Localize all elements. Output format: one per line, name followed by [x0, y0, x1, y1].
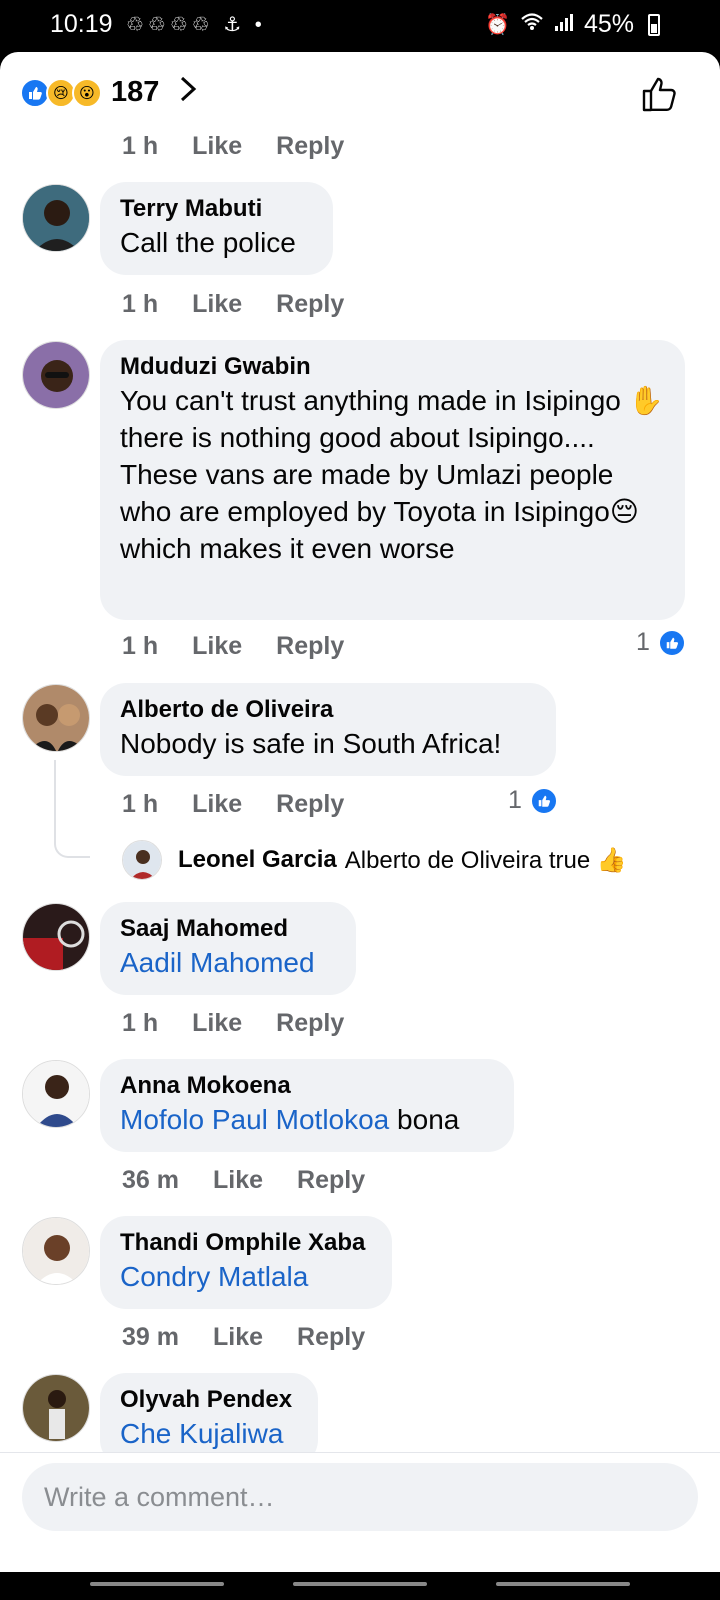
- comment-bubble: Mduduzi Gwabin You can't trust anything …: [100, 340, 685, 620]
- nav-recents-button[interactable]: [90, 1582, 224, 1586]
- comment-author[interactable]: Alberto de Oliveira: [120, 695, 536, 725]
- reaction-count[interactable]: 187: [111, 76, 159, 109]
- alarm-icon: ⏰: [485, 14, 510, 36]
- comment-author[interactable]: Mduduzi Gwabin: [120, 352, 665, 382]
- mention-link[interactable]: Aadil Mahomed: [120, 947, 315, 978]
- like-badge-icon: [657, 628, 686, 657]
- like-count-number: 1: [636, 628, 650, 656]
- battery-percent: 45%: [583, 10, 634, 38]
- like-button[interactable]: Like: [192, 790, 242, 819]
- like-button[interactable]: Like: [192, 290, 242, 319]
- mention-link[interactable]: Condry Matlala: [120, 1261, 308, 1292]
- like-badge-icon: [529, 786, 558, 815]
- like-button[interactable]: Like: [213, 1323, 263, 1352]
- reply-button[interactable]: Reply: [297, 1323, 365, 1352]
- comment-bubble: Anna Mokoena Mofolo Paul Motlokoa bona: [100, 1059, 514, 1152]
- comment-input[interactable]: [22, 1463, 698, 1531]
- comment-author[interactable]: Thandi Omphile Xaba: [120, 1228, 372, 1258]
- comment-time: 1 h: [122, 790, 159, 818]
- comment-text: Aadil Mahomed: [120, 944, 336, 981]
- system-nav-bar: [0, 1572, 720, 1600]
- comment-like-count[interactable]: 1: [636, 628, 686, 657]
- comment-text: Nobody is safe in South Africa!: [120, 728, 502, 759]
- comment-author[interactable]: Saaj Mahomed: [120, 914, 336, 944]
- reply-button[interactable]: Reply: [276, 790, 344, 819]
- nav-back-button[interactable]: [496, 1582, 630, 1586]
- comment-time: 1 h: [122, 1009, 159, 1037]
- reply-avatar: [122, 840, 162, 880]
- comment-meta: 1 h Like Reply: [122, 1009, 378, 1038]
- avatar[interactable]: [22, 1060, 90, 1128]
- status-right: ⏰ 45%: [485, 10, 660, 39]
- reply-button[interactable]: Reply: [276, 632, 344, 661]
- reply-thread-line: [54, 760, 90, 858]
- signal-icon: [554, 12, 574, 38]
- comment-bubble: Terry Mabuti Call the police: [100, 182, 333, 275]
- comment-text: Condry Matlala: [120, 1258, 372, 1295]
- comments-sheet: 😢 😮 187 1 h Like Reply Terry Mabuti Call…: [0, 52, 720, 1572]
- notification-icons: ♲♲♲♲ ⚓ •: [126, 14, 266, 36]
- chevron-right-icon[interactable]: [178, 74, 198, 112]
- avatar[interactable]: [22, 1374, 90, 1442]
- avatar[interactable]: [22, 184, 90, 252]
- like-button[interactable]: Like: [192, 132, 242, 161]
- comment-text: Mofolo Paul Motlokoa bona: [120, 1101, 494, 1138]
- comment-time: 1 h: [122, 632, 159, 660]
- avatar[interactable]: [22, 1217, 90, 1285]
- comment-time: 1 h: [122, 132, 159, 160]
- reply-button[interactable]: Reply: [276, 1009, 344, 1038]
- comment-time: 39 m: [122, 1323, 179, 1351]
- comment-text: Call the police: [120, 227, 296, 258]
- like-button[interactable]: Like: [213, 1166, 263, 1195]
- comment-time: 36 m: [122, 1166, 179, 1194]
- reply-button[interactable]: Reply: [276, 132, 344, 161]
- comment-meta: 1 h Like Reply: [122, 132, 378, 161]
- reaction-icons: 😢 😮: [20, 78, 102, 108]
- comment-meta: 1 h Like Reply: [122, 290, 378, 319]
- comment-bubble: Saaj Mahomed Aadil Mahomed: [100, 902, 356, 995]
- avatar[interactable]: [22, 341, 90, 409]
- nav-home-button[interactable]: [293, 1582, 427, 1586]
- reactions-header[interactable]: 😢 😮 187: [0, 52, 720, 134]
- wow-reaction-icon: 😮: [72, 78, 102, 108]
- comment-time: 1 h: [122, 290, 159, 318]
- battery-icon: [648, 13, 660, 36]
- status-time: 10:19: [50, 10, 113, 38]
- reply-author[interactable]: Leonel Garcia: [178, 846, 337, 874]
- comment-bubble: Alberto de Oliveira Nobody is safe in So…: [100, 683, 556, 776]
- reply-button[interactable]: Reply: [276, 290, 344, 319]
- avatar[interactable]: [22, 684, 90, 752]
- comment-composer: [0, 1452, 720, 1572]
- reply-button[interactable]: Reply: [297, 1166, 365, 1195]
- like-count-number: 1: [508, 786, 522, 814]
- reply-text: Alberto de Oliveira true 👍: [344, 846, 627, 874]
- comment-author[interactable]: Olyvah Pendex: [120, 1385, 298, 1415]
- comment-bubble: Thandi Omphile Xaba Condry Matlala: [100, 1216, 392, 1309]
- comment-text: Che Kujaliwa: [120, 1415, 298, 1452]
- avatar[interactable]: [22, 903, 90, 971]
- thumbs-up-icon[interactable]: [640, 74, 680, 119]
- comment-author[interactable]: Terry Mabuti: [120, 194, 313, 224]
- mention-link[interactable]: Mofolo Paul Motlokoa: [120, 1104, 389, 1135]
- reply-preview[interactable]: Leonel Garcia Alberto de Oliveira true 👍: [122, 840, 627, 880]
- comment-text-tail: bona: [389, 1104, 460, 1135]
- wifi-icon: [520, 12, 544, 38]
- like-button[interactable]: Like: [192, 1009, 242, 1038]
- comment-meta: 39 m Like Reply: [122, 1323, 399, 1352]
- status-bar: 10:19 ♲♲♲♲ ⚓ • ⏰ 45%: [0, 0, 720, 52]
- like-button[interactable]: Like: [192, 632, 242, 661]
- comment-meta: 1 h Like Reply: [122, 632, 378, 661]
- mention-link[interactable]: Che Kujaliwa: [120, 1418, 283, 1449]
- comment-author[interactable]: Anna Mokoena: [120, 1071, 494, 1101]
- comment-meta: 36 m Like Reply: [122, 1166, 399, 1195]
- comment-meta: 1 h Like Reply: [122, 790, 378, 819]
- comment-like-count[interactable]: 1: [508, 786, 558, 815]
- comment-text: You can't trust anything made in Isiping…: [120, 385, 664, 564]
